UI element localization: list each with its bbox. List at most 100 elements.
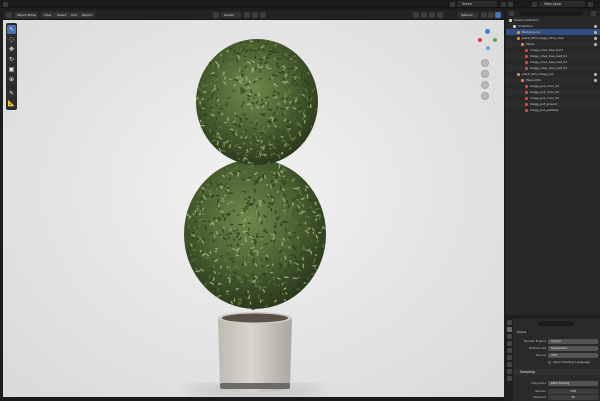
pan-hand-icon[interactable] bbox=[481, 70, 489, 78]
transform-tool-button[interactable]: ⊕ bbox=[7, 75, 16, 84]
overlay-toggle-icon[interactable] bbox=[429, 12, 435, 18]
copy-scene-icon[interactable] bbox=[501, 1, 506, 7]
menu-object[interactable]: Object bbox=[79, 12, 95, 18]
outliner-panel: Scene Collection Collection Background pla… bbox=[506, 10, 600, 315]
camera-view-icon[interactable] bbox=[481, 81, 489, 89]
world-tab-icon[interactable] bbox=[507, 355, 512, 360]
object-tab-icon[interactable] bbox=[507, 362, 512, 367]
tool-tab-icon[interactable] bbox=[507, 320, 512, 325]
xray-toggle-icon[interactable] bbox=[437, 12, 443, 18]
zoom-icon[interactable] bbox=[481, 59, 489, 67]
proportional-edit-icon[interactable] bbox=[260, 12, 266, 18]
visibility-eye-icon[interactable] bbox=[594, 36, 597, 40]
view-layer-tab-icon[interactable] bbox=[507, 341, 512, 346]
outliner-search-input[interactable] bbox=[520, 11, 582, 16]
render-engine-dropdown[interactable]: Cycles bbox=[548, 338, 598, 344]
material-tab-icon[interactable] bbox=[507, 376, 512, 381]
pivot-icon[interactable] bbox=[244, 12, 250, 18]
editor-type-icon[interactable] bbox=[6, 12, 12, 18]
cursor-tool-icon: ↖ bbox=[8, 26, 15, 33]
move-tool-icon: ✥ bbox=[8, 46, 15, 53]
properties-tabs bbox=[506, 318, 513, 401]
integrator-dropdown[interactable]: Path Tracing bbox=[548, 380, 598, 386]
mode-dropdown[interactable]: Object Mode bbox=[14, 12, 38, 18]
device-dropdown[interactable]: CPU bbox=[548, 352, 598, 358]
annotate-tool-button[interactable]: ✎ bbox=[7, 89, 16, 98]
navigation-gizmo[interactable] bbox=[476, 27, 504, 117]
visibility-eye-icon[interactable] bbox=[594, 78, 597, 82]
visibility-eye-icon[interactable] bbox=[594, 30, 597, 34]
scale-tool-button[interactable]: ▣ bbox=[7, 65, 16, 74]
material-icon bbox=[525, 66, 528, 70]
output-tab-icon[interactable] bbox=[507, 334, 512, 339]
gizmo-neg-z-icon[interactable] bbox=[486, 46, 490, 50]
osl-label: Open Shading Language bbox=[553, 360, 590, 364]
cursor-tool-button[interactable]: ↖ bbox=[7, 25, 16, 34]
shading-wireframe-icon[interactable] bbox=[481, 12, 487, 18]
measure-tool-button[interactable]: 📐 bbox=[7, 99, 16, 108]
3d-viewport[interactable]: ↖ ◌ ✥ ↻ ▣ ⊕ ✎ 📐 bbox=[3, 20, 504, 398]
shading-solid-icon[interactable] bbox=[488, 12, 494, 18]
render-tab-icon[interactable] bbox=[507, 327, 512, 332]
scene-icon bbox=[450, 1, 455, 7]
material-icon bbox=[525, 96, 528, 100]
visibility-eye-icon[interactable] bbox=[594, 24, 597, 28]
scene-selector[interactable]: Scene bbox=[457, 1, 497, 7]
osl-checkbox[interactable] bbox=[548, 360, 551, 364]
outliner-row[interactable]: Ciagg_pot_pebbles bbox=[506, 107, 600, 113]
material-icon bbox=[525, 102, 528, 106]
outliner-row-label: Ciagg_pot_pebbles bbox=[530, 108, 559, 112]
rotate-tool-icon: ↻ bbox=[8, 56, 15, 63]
display-mode-icon[interactable] bbox=[509, 11, 514, 16]
visibility-icon[interactable] bbox=[413, 12, 419, 18]
options-dropdown[interactable]: Options bbox=[458, 12, 478, 18]
measure-tool-icon: 📐 bbox=[7, 100, 16, 107]
rotate-tool-button[interactable]: ↻ bbox=[7, 55, 16, 64]
render-engine-row: Render Engine Cycles bbox=[514, 338, 600, 344]
object-icon bbox=[517, 30, 520, 34]
visibility-eye-icon[interactable] bbox=[594, 72, 597, 76]
material-icon bbox=[525, 84, 528, 88]
scene-tab-icon[interactable] bbox=[507, 348, 512, 353]
scene-name: Scene bbox=[517, 330, 527, 334]
menu-view[interactable]: View bbox=[41, 12, 55, 18]
snap-icon[interactable] bbox=[252, 12, 258, 18]
outliner-header bbox=[506, 10, 600, 17]
filter-icon[interactable] bbox=[591, 11, 596, 16]
material-icon bbox=[525, 108, 528, 112]
close-view-layer-icon[interactable] bbox=[588, 1, 593, 7]
blender-logo-icon[interactable] bbox=[3, 1, 8, 7]
tool-shelf: ↖ ◌ ✥ ↻ ▣ ⊕ ✎ 📐 bbox=[6, 23, 17, 110]
scale-tool-icon: ▣ bbox=[8, 66, 15, 73]
material-icon bbox=[525, 90, 528, 94]
gizmo-y-axis-icon[interactable] bbox=[493, 38, 497, 42]
object-icon bbox=[517, 72, 520, 76]
rendered-topiary-plant bbox=[184, 39, 326, 396]
shading-rendered-icon[interactable] bbox=[495, 12, 501, 18]
move-tool-button[interactable]: ✥ bbox=[7, 45, 16, 54]
view-layer-selector[interactable]: View Layer bbox=[539, 1, 585, 7]
menu-select[interactable]: Select bbox=[54, 12, 70, 18]
integrator-row: Integrator Path Tracing bbox=[514, 380, 600, 386]
orientation-dropdown[interactable]: Global bbox=[221, 12, 241, 18]
material-icon bbox=[525, 60, 528, 64]
properties-search-input[interactable] bbox=[538, 321, 574, 326]
feature-set-dropdown[interactable]: Supported bbox=[548, 345, 598, 351]
gizmo-toggle-icon[interactable] bbox=[421, 12, 427, 18]
select-box-button[interactable]: ◌ bbox=[7, 35, 16, 44]
object-icon bbox=[521, 42, 524, 46]
viewport-samples-field[interactable]: 32 bbox=[548, 394, 598, 400]
select-box-icon: ◌ bbox=[8, 36, 15, 43]
sampling-panel-header[interactable]: Sampling bbox=[514, 369, 600, 375]
top-bar: Scene View Layer bbox=[0, 0, 600, 8]
gizmo-z-axis-icon[interactable] bbox=[485, 29, 490, 34]
close-scene-icon[interactable] bbox=[508, 1, 513, 7]
render-samples-field[interactable]: 128 bbox=[548, 388, 598, 394]
perspective-toggle-icon[interactable] bbox=[481, 92, 489, 100]
osl-row: Open Shading Language bbox=[514, 359, 600, 365]
modifier-tab-icon[interactable] bbox=[507, 369, 512, 374]
orientation-icon[interactable] bbox=[213, 12, 219, 18]
object-icon bbox=[521, 78, 524, 82]
gizmo-x-axis-icon[interactable] bbox=[478, 38, 482, 42]
visibility-eye-icon[interactable] bbox=[594, 42, 597, 46]
